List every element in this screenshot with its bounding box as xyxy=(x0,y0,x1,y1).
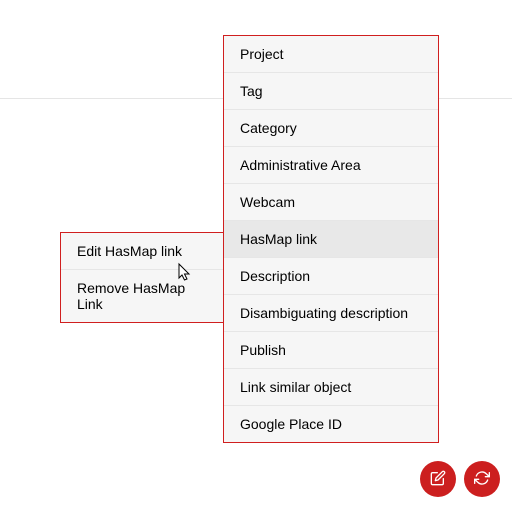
sub-context-menu: Edit HasMap link Remove HasMap Link xyxy=(60,232,224,323)
menu-item-project[interactable]: Project xyxy=(224,36,438,73)
menu-item-category[interactable]: Category xyxy=(224,110,438,147)
menu-item-google-place-id[interactable]: Google Place ID xyxy=(224,406,438,442)
menu-item-link-similar-object[interactable]: Link similar object xyxy=(224,369,438,406)
submenu-item-remove-hasmap-link[interactable]: Remove HasMap Link xyxy=(61,270,223,322)
edit-button[interactable] xyxy=(420,461,456,497)
menu-item-disambiguating-description[interactable]: Disambiguating description xyxy=(224,295,438,332)
menu-item-publish[interactable]: Publish xyxy=(224,332,438,369)
menu-item-tag[interactable]: Tag xyxy=(224,73,438,110)
menu-item-hasmap-link[interactable]: HasMap link xyxy=(224,221,438,258)
fab-container xyxy=(420,461,500,497)
menu-item-description[interactable]: Description xyxy=(224,258,438,295)
menu-item-webcam[interactable]: Webcam xyxy=(224,184,438,221)
edit-icon xyxy=(430,470,446,489)
refresh-button[interactable] xyxy=(464,461,500,497)
menu-item-administrative-area[interactable]: Administrative Area xyxy=(224,147,438,184)
main-context-menu: Project Tag Category Administrative Area… xyxy=(223,35,439,443)
refresh-icon xyxy=(474,470,490,489)
submenu-item-edit-hasmap-link[interactable]: Edit HasMap link xyxy=(61,233,223,270)
